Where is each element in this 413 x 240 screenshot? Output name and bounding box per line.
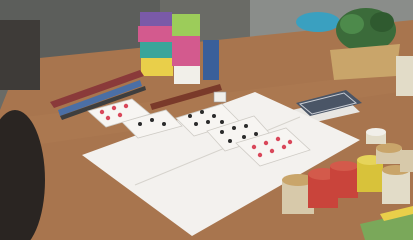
block xyxy=(141,58,173,76)
block xyxy=(140,12,172,26)
block xyxy=(172,36,200,66)
die xyxy=(213,91,227,103)
block xyxy=(174,66,200,84)
block xyxy=(203,40,219,80)
photo-frame xyxy=(0,0,413,240)
tabletop-card-scene xyxy=(0,0,413,240)
block xyxy=(140,42,172,58)
block xyxy=(138,26,172,42)
chair xyxy=(0,20,40,90)
block xyxy=(172,14,200,36)
